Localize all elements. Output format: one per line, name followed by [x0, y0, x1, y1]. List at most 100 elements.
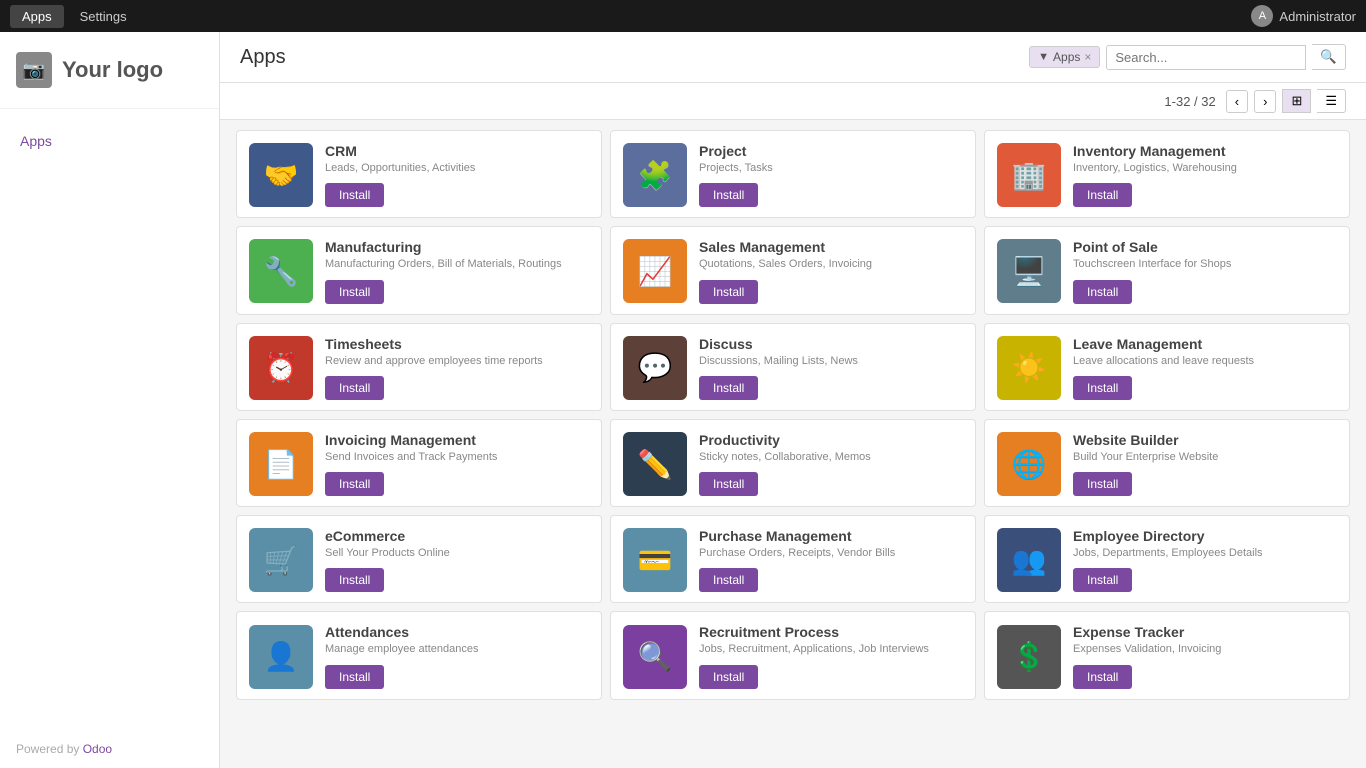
- filter-tag: ▼ Apps ×: [1029, 46, 1100, 68]
- sidebar: 📷 Your logo Apps Powered by Odoo: [0, 32, 220, 768]
- list-view-button[interactable]: ☰: [1317, 89, 1346, 113]
- app-info-leave: Leave Management Leave allocations and le…: [1073, 336, 1337, 400]
- app-icon-recruitment: 🔍: [623, 625, 687, 689]
- app-info-discuss: Discuss Discussions, Mailing Lists, News I…: [699, 336, 963, 400]
- app-name-timesheets: Timesheets: [325, 336, 589, 352]
- install-button-purchase[interactable]: Install: [699, 568, 758, 592]
- app-card-employee: 👥 Employee Directory Jobs, Departments, Em…: [984, 515, 1350, 603]
- install-button-attendances[interactable]: Install: [325, 665, 384, 689]
- install-button-recruitment[interactable]: Install: [699, 665, 758, 689]
- install-button-discuss[interactable]: Install: [699, 376, 758, 400]
- main-layout: 📷 Your logo Apps Powered by Odoo Apps ▼ …: [0, 32, 1366, 768]
- app-name-pos: Point of Sale: [1073, 239, 1337, 255]
- install-button-productivity[interactable]: Install: [699, 472, 758, 496]
- install-button-manufacturing[interactable]: Install: [325, 280, 384, 304]
- search-input[interactable]: [1106, 45, 1306, 70]
- app-name-employee: Employee Directory: [1073, 528, 1337, 544]
- install-button-timesheets[interactable]: Install: [325, 376, 384, 400]
- sidebar-item-apps[interactable]: Apps: [0, 125, 219, 157]
- app-info-expense: Expense TrackerExpenses Validation, Invo…: [1073, 624, 1337, 688]
- sidebar-logo: 📷 Your logo: [0, 32, 219, 109]
- app-info-manufacturing: Manufacturing Manufacturing Orders, Bill …: [325, 239, 589, 303]
- app-card-attendances: 👤AttendancesManage employee attendancesI…: [236, 611, 602, 699]
- logo-icon: 📷: [16, 52, 52, 88]
- app-name-website: Website Builder: [1073, 432, 1337, 448]
- app-info-sales: Sales ManagementQuotations, Sales Orders…: [699, 239, 963, 303]
- app-icon-pos: 🖥️: [997, 239, 1061, 303]
- install-button-inventory[interactable]: Install: [1073, 183, 1132, 207]
- user-avatar: A: [1251, 5, 1273, 27]
- app-desc-attendances: Manage employee attendances: [325, 642, 589, 656]
- app-info-purchase: Purchase ManagementPurchase Orders, Rece…: [699, 528, 963, 592]
- app-icon-employee: 👥: [997, 528, 1061, 592]
- app-icon-sales: 📈: [623, 239, 687, 303]
- app-info-pos: Point of SaleTouchscreen Interface for S…: [1073, 239, 1337, 303]
- app-card-manufacturing: 🔧ManufacturingManufacturing Orders, Bill…: [236, 226, 602, 314]
- grid-view-button[interactable]: ⊞: [1282, 89, 1311, 113]
- top-nav-user: A Administrator: [1251, 5, 1356, 27]
- app-card-discuss: 💬 Discuss Discussions, Mailing Lists, News…: [610, 323, 976, 411]
- app-info-website: Website Builder Build Your Enterprise Web…: [1073, 432, 1337, 496]
- app-desc-leave: Leave allocations and leave requests: [1073, 354, 1337, 368]
- app-info-ecommerce: eCommerceSell Your Products OnlineInstal…: [325, 528, 589, 592]
- install-button-employee[interactable]: Install: [1073, 568, 1132, 592]
- app-name-leave: Leave Management: [1073, 336, 1337, 352]
- app-name-discuss: Discuss: [699, 336, 963, 352]
- app-info-timesheets: Timesheets Review and approve employees t…: [325, 336, 589, 400]
- next-page-button[interactable]: ›: [1254, 90, 1276, 113]
- app-card-productivity: ✏️ProductivitySticky notes, Collaborativ…: [610, 419, 976, 507]
- app-info-employee: Employee Directory Jobs, Departments, Emp…: [1073, 528, 1337, 592]
- app-icon-leave: ☀️: [997, 336, 1061, 400]
- pagination-info: 1-32 / 32: [1164, 94, 1215, 109]
- install-button-sales[interactable]: Install: [699, 280, 758, 304]
- app-info-project: ProjectProjects, TasksInstall: [699, 143, 963, 207]
- app-icon-discuss: 💬: [623, 336, 687, 400]
- search-area: ▼ Apps × 🔍: [1029, 44, 1346, 70]
- app-desc-timesheets: Review and approve employees time report…: [325, 354, 589, 368]
- app-card-crm: 🤝CRMLeads, Opportunities, ActivitiesInst…: [236, 130, 602, 218]
- app-name-expense: Expense Tracker: [1073, 624, 1337, 640]
- app-desc-invoicing: Send Invoices and Track Payments: [325, 450, 589, 464]
- install-button-leave[interactable]: Install: [1073, 376, 1132, 400]
- app-desc-employee: Jobs, Departments, Employees Details: [1073, 546, 1337, 560]
- apps-grid: 🤝CRMLeads, Opportunities, ActivitiesInst…: [220, 120, 1366, 768]
- install-button-website[interactable]: Install: [1073, 472, 1132, 496]
- install-button-crm[interactable]: Install: [325, 183, 384, 207]
- sidebar-menu: Apps: [0, 109, 219, 173]
- app-icon-invoicing: 📄: [249, 432, 313, 496]
- app-info-crm: CRMLeads, Opportunities, ActivitiesInsta…: [325, 143, 589, 207]
- install-button-project[interactable]: Install: [699, 183, 758, 207]
- install-button-invoicing[interactable]: Install: [325, 472, 384, 496]
- search-button[interactable]: 🔍: [1312, 44, 1346, 70]
- app-icon-expense: 💲: [997, 625, 1061, 689]
- app-desc-website: Build Your Enterprise Website: [1073, 450, 1337, 464]
- page-title: Apps: [240, 46, 286, 69]
- app-info-recruitment: Recruitment ProcessJobs, Recruitment, Ap…: [699, 624, 963, 688]
- app-card-project: 🧩ProjectProjects, TasksInstall: [610, 130, 976, 218]
- app-icon-purchase: 💳: [623, 528, 687, 592]
- install-button-pos[interactable]: Install: [1073, 280, 1132, 304]
- app-card-leave: ☀️ Leave Management Leave allocations and …: [984, 323, 1350, 411]
- app-name-productivity: Productivity: [699, 432, 963, 448]
- top-nav: Apps Settings A Administrator: [0, 0, 1366, 32]
- install-button-expense[interactable]: Install: [1073, 665, 1132, 689]
- app-desc-discuss: Discussions, Mailing Lists, News: [699, 354, 963, 368]
- nav-settings-tab[interactable]: Settings: [68, 5, 139, 28]
- app-desc-manufacturing: Manufacturing Orders, Bill of Materials,…: [325, 257, 589, 271]
- app-name-sales: Sales Management: [699, 239, 963, 255]
- app-desc-purchase: Purchase Orders, Receipts, Vendor Bills: [699, 546, 963, 560]
- app-info-inventory: Inventory ManagementInventory, Logistics…: [1073, 143, 1337, 207]
- nav-apps-tab[interactable]: Apps: [10, 5, 64, 28]
- app-icon-crm: 🤝: [249, 143, 313, 207]
- apps-grid-inner: 🤝CRMLeads, Opportunities, ActivitiesInst…: [236, 130, 1350, 700]
- footer-link[interactable]: Odoo: [83, 742, 112, 756]
- app-card-inventory: 🏢Inventory ManagementInventory, Logistic…: [984, 130, 1350, 218]
- app-card-timesheets: ⏰ Timesheets Review and approve employees …: [236, 323, 602, 411]
- install-button-ecommerce[interactable]: Install: [325, 568, 384, 592]
- filter-close-icon[interactable]: ×: [1084, 50, 1091, 64]
- prev-page-button[interactable]: ‹: [1226, 90, 1248, 113]
- app-name-manufacturing: Manufacturing: [325, 239, 589, 255]
- app-desc-project: Projects, Tasks: [699, 161, 963, 175]
- app-icon-timesheets: ⏰: [249, 336, 313, 400]
- top-nav-tabs: Apps Settings: [10, 5, 139, 28]
